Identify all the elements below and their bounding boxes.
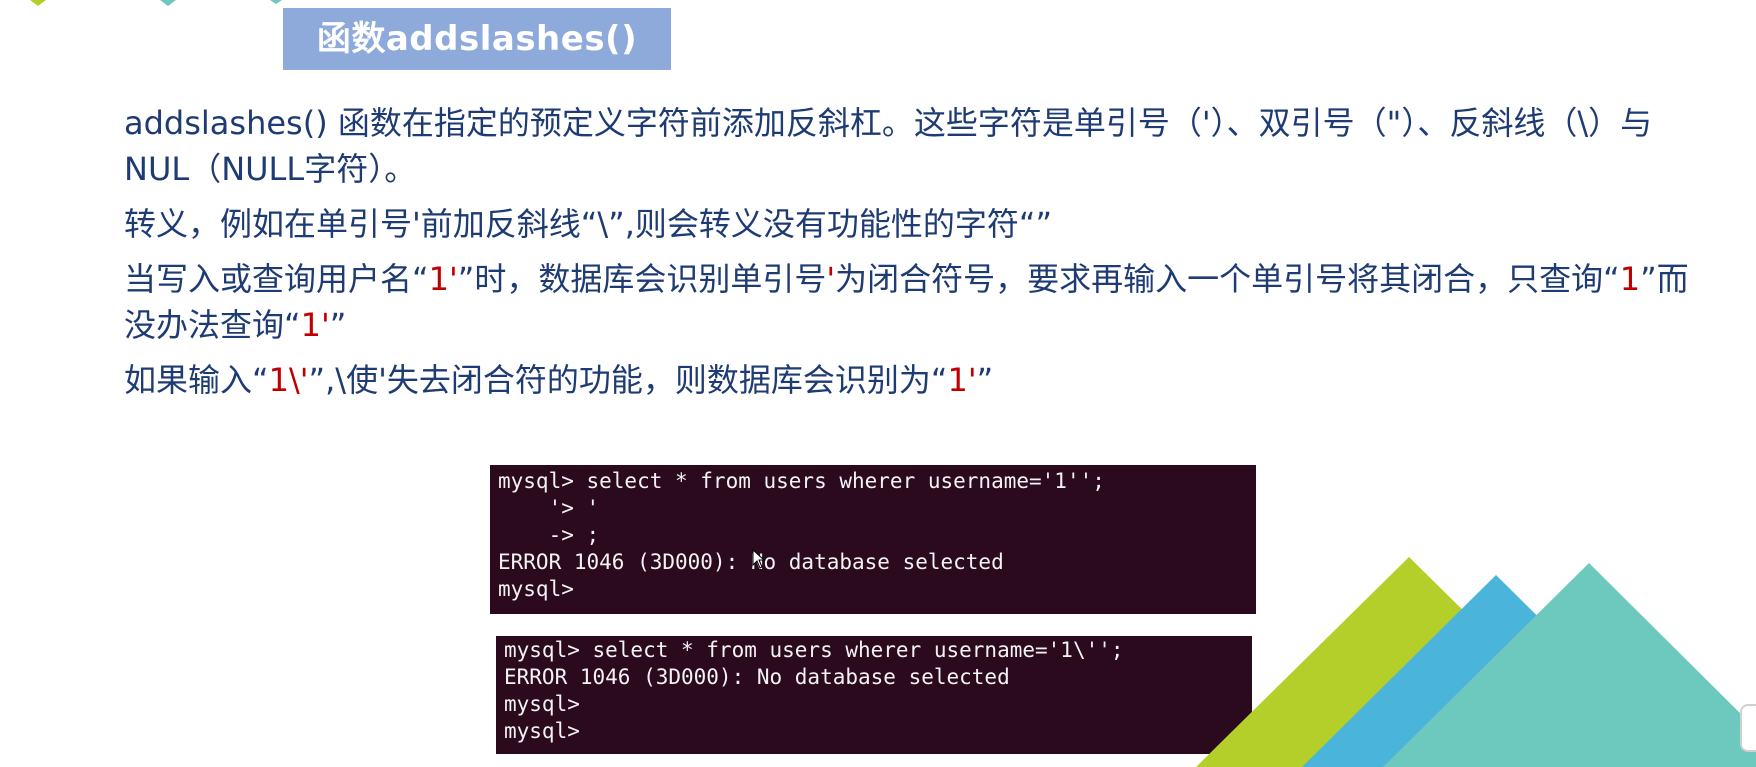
paragraph-escape: 转义，例如在单引号'前加反斜线“\”,则会转义没有功能性的字符“” <box>124 205 1053 243</box>
terminal-line: '> ' <box>498 496 600 520</box>
paragraph-definition: addslashes() 函数在指定的预定义字符前添加反斜杠。这些字符是单引号（… <box>124 104 1653 188</box>
terminal-line: mysql> <box>504 719 593 743</box>
text-segment: ”,\使'失去闭合符的功能，则数据库会识别为“ <box>308 361 948 399</box>
terminal-line: -> ; <box>498 523 600 547</box>
terminal-screenshot-1: mysql> select * from users wherer userna… <box>490 465 1256 614</box>
terminal-line: ERROR 1046 (3D000): No database selected <box>498 550 1004 574</box>
terminal-line: mysql> select * from users wherer userna… <box>498 469 1105 493</box>
terminal-line: mysql> <box>498 577 587 601</box>
text-segment: 如果输入“ <box>124 361 269 399</box>
highlight-text: 1\' <box>268 361 309 399</box>
slide-body: addslashes() 函数在指定的预定义字符前添加反斜杠。这些字符是单引号（… <box>124 100 1704 412</box>
terminal-line: ERROR 1046 (3D000): No database selected <box>504 665 1010 689</box>
paragraph-quote-problem: 当写入或查询用户名“1'”时，数据库会识别单引号'为闭合符号，要求再输入一个单引… <box>124 256 1704 348</box>
side-panel-handle[interactable] <box>1740 704 1756 752</box>
terminal-screenshot-2: mysql> select * from users wherer userna… <box>496 636 1252 754</box>
highlight-text: 1' <box>947 361 977 399</box>
highlight-text: 1' <box>428 260 458 298</box>
text-segment: 当写入或查询用户名“ <box>124 260 429 298</box>
paragraph-escape-solution: 如果输入“1\'”,\使'失去闭合符的功能，则数据库会识别为“1'” <box>124 357 1704 403</box>
top-decoration <box>30 0 282 6</box>
terminal-line: mysql> select * from users wherer userna… <box>504 638 1124 662</box>
text-segment: ” <box>976 361 994 399</box>
text-segment: ”时，数据库会识别单引号 <box>457 260 827 298</box>
text-segment: 为闭合符号，要求再输入一个单引号将其闭合，只查询“ <box>835 260 1620 298</box>
slide-title: 函数addslashes() <box>283 8 671 70</box>
mouse-pointer-icon <box>752 549 766 569</box>
highlight-text: ' <box>826 260 836 298</box>
highlight-text: 1 <box>1619 260 1641 298</box>
text-segment: ” <box>329 306 347 344</box>
highlight-text: 1' <box>300 306 330 344</box>
corner-decoration <box>1196 557 1756 767</box>
terminal-line: mysql> <box>504 692 593 716</box>
